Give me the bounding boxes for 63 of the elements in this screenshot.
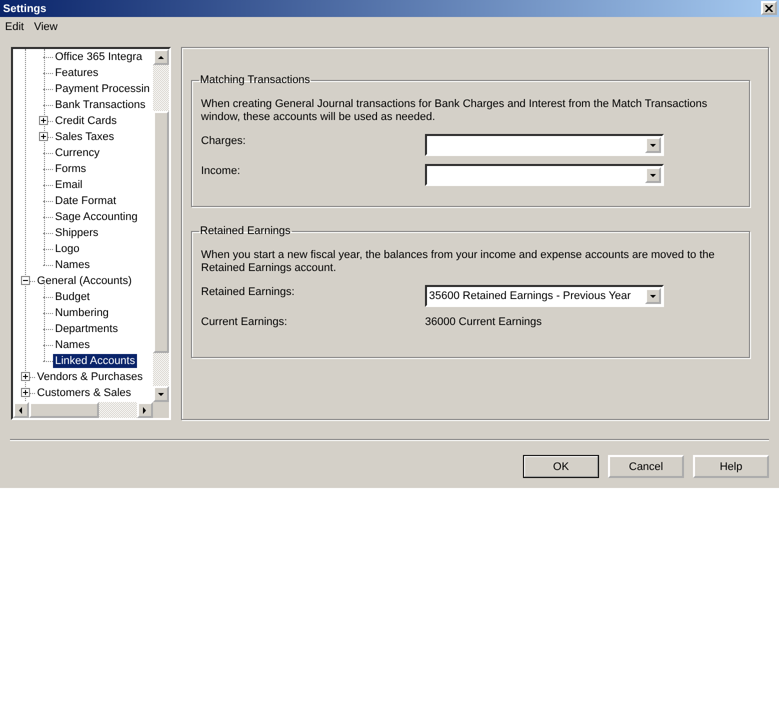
scroll-left-button[interactable] xyxy=(13,402,29,418)
field-label: Charges: xyxy=(201,134,247,147)
description-text: When you start a new fiscal year, the balances from your income and expense accounts are moved to the Retained Earnings account. xyxy=(201,249,716,275)
description-text: When creating General Journal transactions for Bank Charges and Interest from the Match Transactions window, these accounts will be used as needed. xyxy=(201,98,708,124)
close-icon xyxy=(765,4,773,12)
field-value: 36000 Current Earnings xyxy=(425,315,543,328)
tree-item[interactable]: Departments xyxy=(53,322,120,336)
tree-item[interactable]: Credit Cards xyxy=(53,114,119,128)
tree-item[interactable]: General (Accounts) xyxy=(35,274,134,288)
tree-item[interactable]: Features xyxy=(53,66,100,80)
field-label: Retained Earnings: xyxy=(201,285,296,298)
dialog-button[interactable]: Cancel xyxy=(608,455,684,478)
vertical-scrollbar[interactable] xyxy=(153,49,169,402)
dropdown-field[interactable] xyxy=(425,164,664,186)
scroll-down-button[interactable] xyxy=(153,386,169,402)
expand-icon[interactable] xyxy=(21,388,30,397)
tree-item[interactable]: Budget xyxy=(53,290,92,304)
scrollbar-thumb[interactable] xyxy=(153,111,169,353)
scrollbar-corner xyxy=(153,402,169,418)
dialog-button[interactable]: Help xyxy=(693,455,769,478)
tree-item[interactable]: Sage Accounting xyxy=(53,210,140,224)
scrollbar-thumb[interactable] xyxy=(29,402,99,418)
expand-icon[interactable] xyxy=(39,116,48,125)
tree-item[interactable]: Shippers xyxy=(53,226,100,240)
tree-item[interactable]: Vendors & Purchases xyxy=(35,370,145,384)
tree-item[interactable]: Names xyxy=(53,338,92,352)
menu-item[interactable]: Edit xyxy=(0,21,29,33)
close-button[interactable] xyxy=(761,1,777,15)
tree-item[interactable]: Currency xyxy=(53,146,102,160)
scroll-right-button[interactable] xyxy=(137,402,153,418)
down-arrow-icon xyxy=(649,292,657,300)
left-arrow-icon xyxy=(17,406,25,414)
down-arrow-icon xyxy=(649,142,657,148)
down-arrow-icon xyxy=(157,390,165,398)
scroll-up-button[interactable] xyxy=(153,49,169,65)
dropdown-field[interactable] xyxy=(425,134,664,156)
tree-item[interactable]: Date Format xyxy=(53,194,118,208)
group-title: Retained Earnings xyxy=(199,225,292,237)
field-label: Current Earnings: xyxy=(201,315,288,328)
window-title: Settings xyxy=(3,2,46,14)
tree-item[interactable]: Payment Processin xyxy=(53,82,152,96)
default-button[interactable]: OK xyxy=(523,455,599,478)
dropdown-field[interactable]: 35600 Retained Earnings - Previous Year xyxy=(425,285,664,307)
tree-item[interactable]: Logo xyxy=(53,242,82,256)
collapse-icon[interactable] xyxy=(21,276,30,285)
field-label: Income: xyxy=(201,164,242,177)
tree-item[interactable]: Linked Accounts xyxy=(53,354,138,368)
tree-item[interactable]: Sales Taxes xyxy=(53,130,116,144)
up-arrow-icon xyxy=(157,54,165,60)
down-arrow-icon xyxy=(649,172,657,178)
tree-item[interactable]: Office 365 Integra xyxy=(53,50,144,64)
menu-item[interactable]: View xyxy=(28,21,63,33)
tree-item[interactable]: Customers & Sales xyxy=(35,386,134,400)
tree-item[interactable]: Email xyxy=(53,178,85,192)
tree-item[interactable]: Names xyxy=(53,258,92,272)
expand-icon[interactable] xyxy=(21,372,30,381)
tree-item[interactable]: Forms xyxy=(53,162,88,176)
group-title: Matching Transactions xyxy=(199,74,312,86)
tree-item[interactable]: Bank Transactions xyxy=(53,98,148,112)
right-arrow-icon xyxy=(141,406,149,414)
tree-item[interactable]: Numbering xyxy=(53,306,111,320)
horizontal-scrollbar[interactable] xyxy=(13,402,153,418)
expand-icon[interactable] xyxy=(39,132,48,141)
